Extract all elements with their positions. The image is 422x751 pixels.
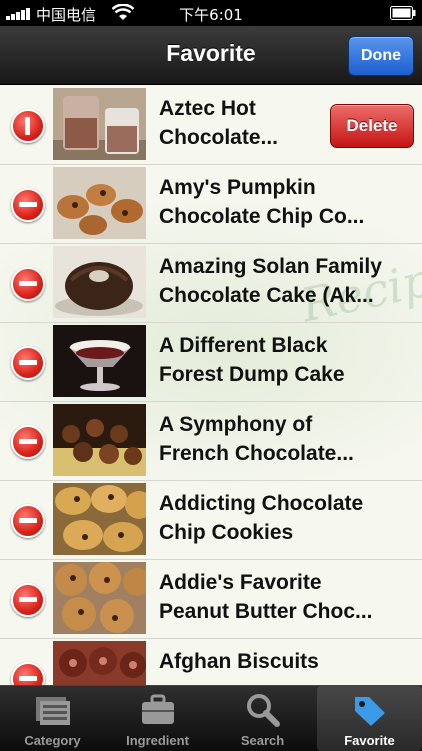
recipe-title: Afghan Biscuits bbox=[159, 650, 319, 673]
list-item[interactable]: Afghan Biscuits bbox=[0, 638, 422, 685]
tab-label: Search bbox=[240, 733, 285, 748]
recipe-thumbnail bbox=[53, 167, 146, 239]
list-item[interactable]: Aztec Hot Chocolate... Delete bbox=[0, 85, 422, 165]
tab-label: Favorite bbox=[344, 733, 395, 748]
delete-toggle-icon[interactable] bbox=[11, 267, 45, 301]
done-button[interactable]: Done bbox=[348, 36, 414, 76]
recipe-thumbnail bbox=[53, 404, 146, 476]
status-time: 下午6:01 bbox=[179, 6, 243, 24]
recipe-title: Addicting Chocolate Chip Cookies bbox=[159, 492, 364, 544]
list-item[interactable]: Addie's Favorite Peanut Butter Choc... bbox=[0, 559, 422, 639]
tab-label: Ingredient bbox=[126, 733, 189, 748]
delete-toggle-icon[interactable] bbox=[11, 109, 45, 143]
delete-toggle-icon[interactable] bbox=[11, 425, 45, 459]
tab-bar: Category Ingredient Search Favorite bbox=[0, 685, 422, 751]
recipe-title: Amy's Pumpkin Chocolate Chip Co... bbox=[159, 176, 365, 228]
tab-label: Category bbox=[24, 733, 81, 748]
tab-search[interactable]: Search bbox=[210, 686, 315, 751]
delete-toggle-icon[interactable] bbox=[11, 662, 45, 685]
briefcase-icon bbox=[142, 694, 174, 724]
delete-toggle-icon[interactable] bbox=[11, 188, 45, 222]
recipe-thumbnail bbox=[53, 246, 146, 318]
favorites-list[interactable]: Recipes Aztec Hot Chocolate... Delete Am… bbox=[0, 85, 422, 685]
category-icon bbox=[36, 697, 70, 725]
recipe-thumbnail bbox=[53, 562, 146, 634]
recipe-title: Addie's Favorite Peanut Butter Choc... bbox=[159, 571, 373, 623]
delete-button[interactable]: Delete bbox=[330, 104, 414, 148]
tab-category[interactable]: Category bbox=[0, 686, 105, 751]
list-item[interactable]: Amazing Solan Family Chocolate Cake (Ak.… bbox=[0, 243, 422, 323]
recipe-thumbnail bbox=[53, 88, 146, 160]
recipe-title: A Symphony of French Chocolate... bbox=[159, 413, 354, 465]
navigation-bar: Favorite Done bbox=[0, 26, 422, 85]
tag-icon bbox=[355, 697, 385, 726]
delete-toggle-icon[interactable] bbox=[11, 583, 45, 617]
list-item[interactable]: Amy's Pumpkin Chocolate Chip Co... bbox=[0, 164, 422, 244]
recipe-thumbnail bbox=[53, 641, 146, 685]
status-bar: 中国电信 下午6:01 bbox=[0, 0, 422, 26]
list-item[interactable]: Addicting Chocolate Chip Cookies bbox=[0, 480, 422, 560]
recipe-title: A Different Black Forest Dump Cake bbox=[159, 334, 345, 386]
tab-ingredient[interactable]: Ingredient bbox=[105, 686, 210, 751]
tab-favorite[interactable]: Favorite bbox=[317, 686, 422, 751]
list-item[interactable]: A Different Black Forest Dump Cake bbox=[0, 322, 422, 402]
delete-toggle-icon[interactable] bbox=[11, 504, 45, 538]
battery-icon bbox=[390, 6, 416, 20]
recipe-thumbnail bbox=[53, 325, 146, 397]
recipe-title: Amazing Solan Family Chocolate Cake (Ak.… bbox=[159, 255, 382, 307]
delete-toggle-icon[interactable] bbox=[11, 346, 45, 380]
magnifier-icon bbox=[247, 694, 280, 727]
recipe-thumbnail bbox=[53, 483, 146, 555]
list-item[interactable]: A Symphony of French Chocolate... bbox=[0, 401, 422, 481]
